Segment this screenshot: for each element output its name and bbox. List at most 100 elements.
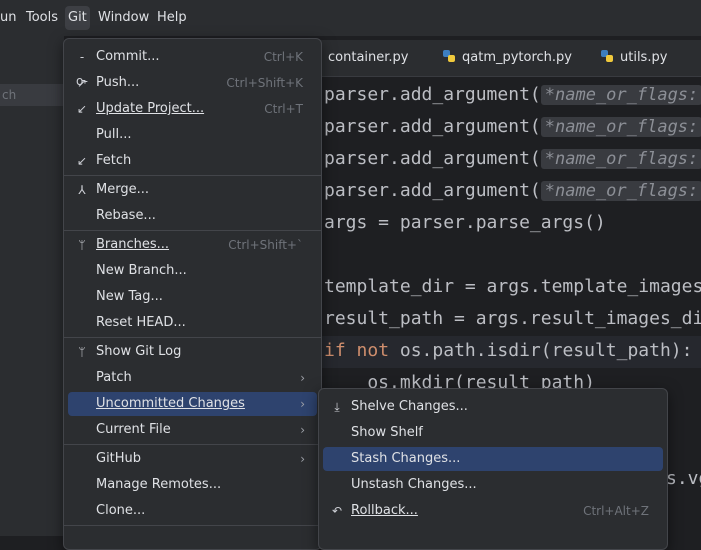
item-label: Current File [96, 422, 171, 437]
new-branch-item[interactable]: New Branch... [68, 259, 317, 283]
menu-git[interactable]: Git [65, 6, 90, 30]
uncommitted-changes-item[interactable]: Uncommitted Changes › [68, 392, 317, 416]
item-label: Show Git Log [96, 344, 182, 359]
tab-label: qatm_pytorch.py [462, 50, 572, 65]
item-label: Push... [96, 75, 140, 90]
fetch-item[interactable]: ↙ Fetch [68, 149, 317, 173]
shortcut: Ctrl+Shift+K [226, 76, 303, 90]
item-label: Shelve Changes... [351, 399, 468, 414]
rebase-item[interactable]: Rebase... [68, 204, 317, 228]
keyword: if [324, 340, 346, 361]
patch-item[interactable]: Patch › [68, 366, 317, 390]
push-icon: ↗ [76, 76, 88, 90]
item-label: Stash Changes... [351, 451, 461, 466]
uncommitted-changes-submenu: ⤓ Shelve Changes... Show Shelf Stash Chan… [318, 388, 668, 550]
item-label: Patch [96, 370, 132, 385]
new-tag-item[interactable]: New Tag... [68, 285, 317, 309]
menu-separator [64, 230, 321, 231]
item-label: Pull... [96, 127, 132, 142]
clone-item[interactable]: Clone... [68, 499, 317, 523]
code-line[interactable]: result_path = args.result_images_di [324, 308, 701, 329]
code-line[interactable]: if not os.path.isdir(result_path): [324, 340, 692, 361]
code-line[interactable]: parser.add_argument(*name_or_flags: ' [324, 148, 701, 169]
shelve-icon: ⤓ [334, 400, 340, 414]
menu-separator [64, 525, 321, 526]
shortcut: Ctrl+T [264, 102, 303, 116]
parameter-hint: *name_or_flags: [540, 85, 701, 105]
pull-item[interactable]: Pull... [68, 123, 317, 147]
item-label: Uncommitted Changes [96, 396, 245, 411]
shortcut: Ctrl+Shift+` [228, 238, 303, 252]
parameter-hint: *name_or_flags: [540, 117, 701, 137]
code-line[interactable]: parser.add_argument(*name_or_flags: ' [324, 116, 701, 137]
item-label: Commit... [96, 49, 160, 64]
commit-item[interactable]: -o- Commit... Ctrl+K [68, 45, 317, 88]
chevron-right-icon: › [300, 452, 305, 466]
code-text: parser.add_argument( [324, 180, 541, 201]
tab-qatm-pytorch-py[interactable]: qatm_pytorch.py [442, 40, 572, 76]
code-text: parser.add_argument( [324, 84, 541, 105]
reset-head-item[interactable]: Reset HEAD... [68, 311, 317, 335]
shelve-changes-item[interactable]: ⤓ Shelve Changes... [323, 395, 663, 419]
git-menu: -o- Commit... Ctrl+K ↗ Push... Ctrl+Shift+K … [63, 38, 322, 550]
github-item[interactable]: GitHub › [68, 447, 317, 471]
item-label: Rollback... [351, 503, 418, 518]
code-line[interactable]: args = parser.parse_args() [324, 212, 606, 233]
tab-container-py[interactable]: container.py [328, 40, 408, 76]
update-project-item[interactable]: ↙ Update Project... Ctrl+T [68, 97, 317, 121]
tab-utils-py[interactable]: utils.py [600, 40, 667, 76]
rollback-item[interactable]: ↶ Rollback... Ctrl+Alt+Z [323, 499, 663, 523]
item-label: New Tag... [96, 289, 163, 304]
menu-window[interactable]: Window [98, 10, 149, 25]
item-label: Branches... [96, 237, 170, 252]
project-selected-item[interactable]: ch [0, 84, 66, 106]
python-file-icon [443, 50, 455, 62]
commit-icon: -o- [76, 50, 88, 88]
tab-label: container.py [328, 50, 409, 65]
project-panel: ch [0, 36, 66, 536]
item-label: GitHub [96, 451, 142, 466]
tab-label: utils.py [620, 50, 668, 65]
code-text: parser.add_argument( [324, 148, 541, 169]
push-item[interactable]: ↗ Push... Ctrl+Shift+K [68, 71, 317, 95]
code-line[interactable]: parser.add_argument(*name_or_flags: ' [324, 84, 701, 105]
python-file-icon [601, 50, 613, 62]
code-text: parser.add_argument( [324, 116, 541, 137]
stash-changes-item[interactable]: Stash Changes... [323, 447, 663, 471]
show-shelf-item[interactable]: Show Shelf [323, 421, 663, 445]
menu-separator [64, 175, 321, 176]
keyword: not [356, 340, 390, 361]
parameter-hint: *name_or_flags: [540, 149, 701, 169]
menu-separator [64, 337, 321, 338]
show-git-log-item[interactable]: ᛘ Show Git Log [68, 340, 317, 364]
parameter-hint: *name_or_flags: [540, 181, 701, 201]
item-label: Merge... [96, 182, 149, 197]
chevron-right-icon: › [300, 423, 305, 437]
code-line[interactable]: parser.add_argument(*name_or_flags: ' [324, 180, 701, 201]
shortcut: Ctrl+Alt+Z [583, 504, 649, 518]
update-icon: ↙ [76, 102, 88, 116]
menu-run[interactable]: un [0, 10, 16, 25]
code-line[interactable]: s.vg [666, 468, 701, 489]
fetch-icon: ↙ [76, 154, 88, 168]
item-label: Fetch [96, 153, 132, 168]
branches-item[interactable]: ᛘ Branches... Ctrl+Shift+` [68, 233, 317, 257]
item-label: Manage Remotes... [96, 477, 222, 492]
item-label: Update Project... [96, 101, 205, 116]
menu-bar: un Tools Git Window Help [0, 0, 701, 36]
merge-icon: ⅄ [78, 183, 86, 197]
menu-help[interactable]: Help [157, 10, 187, 25]
menu-separator [64, 444, 321, 445]
chevron-right-icon: › [300, 397, 305, 411]
item-label: Clone... [96, 503, 146, 518]
current-file-item[interactable]: Current File › [68, 418, 317, 442]
chevron-right-icon: › [300, 371, 305, 385]
editor-tabs: container.py qatm_pytorch.py utils.py [320, 40, 701, 77]
code-line[interactable]: template_dir = args.template_images [324, 276, 701, 297]
merge-item[interactable]: ⅄ Merge... [68, 178, 317, 202]
item-label: Rebase... [96, 208, 156, 223]
menu-tools[interactable]: Tools [26, 10, 58, 25]
item-label: Reset HEAD... [96, 315, 186, 330]
manage-remotes-item[interactable]: Manage Remotes... [68, 473, 317, 497]
unstash-changes-item[interactable]: Unstash Changes... [323, 473, 663, 497]
